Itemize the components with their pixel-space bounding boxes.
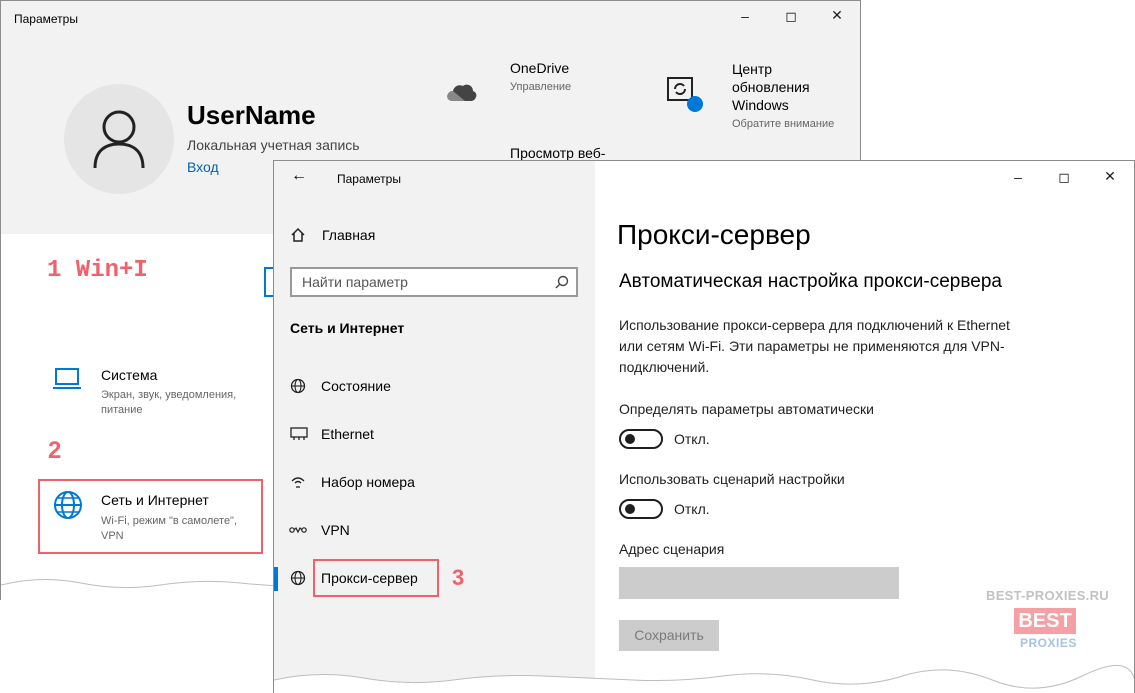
script-address-label: Адрес сценария <box>619 541 725 557</box>
save-button[interactable]: Сохранить <box>619 620 719 651</box>
maximize-button[interactable]: ◻ <box>768 8 814 25</box>
nav-home[interactable]: Главная <box>322 227 375 243</box>
update-subtitle: Обратите внимание <box>732 118 835 130</box>
category-network-title: Сеть и Интернет <box>101 492 209 508</box>
category-network-desc-line1: Wi-Fi, режим "в самолете", <box>101 515 238 527</box>
search-input[interactable]: Найти параметр <box>290 267 578 297</box>
window-title: Параметры <box>14 12 78 26</box>
section-title: Сеть и Интернет <box>290 320 405 336</box>
nav-item-label: Набор номера <box>321 474 415 490</box>
nav-item-status[interactable]: Состояние <box>274 371 595 403</box>
use-script-label: Использовать сценарий настройки <box>619 471 845 487</box>
windows-update-icon <box>667 77 703 112</box>
nav-item-label: Ethernet <box>321 426 374 442</box>
category-network-desc: Wi-Fi, режим "в самолете", VPN <box>101 514 237 544</box>
nav-item-label: VPN <box>321 522 350 538</box>
category-system-desc-line2: питание <box>101 404 143 416</box>
category-system-desc: Экран, звук, уведомления, питание <box>101 388 236 418</box>
onedrive-cloud-icon <box>447 84 477 101</box>
minimize-button[interactable]: – <box>995 169 1041 185</box>
script-address-input[interactable] <box>619 567 899 599</box>
update-title[interactable]: Центр обновления Windows <box>732 60 810 114</box>
category-system-desc-line1: Экран, звук, уведомления, <box>101 389 237 401</box>
category-system-title[interactable]: Система <box>101 367 157 383</box>
ethernet-icon <box>290 427 308 440</box>
auto-description-line2: или сетям Wi-Fi. Эти параметры не примен… <box>619 338 1005 354</box>
avatar <box>64 84 174 194</box>
minimize-button[interactable]: – <box>722 8 768 24</box>
auto-section-title: Автоматическая настройка прокси-сервера <box>619 271 1002 292</box>
nav-item-proxy[interactable]: Прокси-сервер 3 <box>274 559 595 597</box>
close-button[interactable]: ✕ <box>814 7 860 24</box>
selected-indicator <box>274 567 278 591</box>
step2-annotation: 2 <box>48 437 62 464</box>
update-title-line2: обновления <box>732 79 810 95</box>
onedrive-subtitle: Управление <box>510 81 572 93</box>
user-name: UserName <box>187 100 316 130</box>
watermark-url: BEST-PROXIES.RU <box>986 588 1109 603</box>
signin-link[interactable]: Вход <box>187 159 219 175</box>
home-icon <box>291 227 305 242</box>
search-icon <box>555 275 569 289</box>
nav-item-label: Состояние <box>321 378 391 394</box>
step1-annotation: 1 Win+I <box>47 257 148 284</box>
nav-item-vpn[interactable]: VPN <box>274 515 595 547</box>
window-title: Параметры <box>337 172 401 186</box>
back-arrow-icon[interactable]: ← <box>291 167 307 185</box>
onedrive-title[interactable]: OneDrive <box>510 60 569 76</box>
vpn-icon <box>289 526 307 534</box>
auto-description-line1: Использование прокси-сервера для подключ… <box>619 317 1010 333</box>
auto-detect-state: Откл. <box>674 431 710 447</box>
category-network-desc-line2: VPN <box>101 530 124 542</box>
use-script-toggle[interactable] <box>619 499 663 519</box>
search-placeholder: Найти параметр <box>302 274 408 290</box>
globe-status-icon <box>290 378 306 394</box>
update-title-line1: Центр <box>732 61 773 77</box>
settings-window-front: ← Параметры – ◻ ✕ Главная Найти параметр… <box>273 160 1135 693</box>
user-icon <box>93 110 145 169</box>
dialup-icon <box>291 477 305 488</box>
page-title: Прокси-сервер <box>617 219 811 250</box>
maximize-button[interactable]: ◻ <box>1041 169 1087 186</box>
auto-description-line3: подключений. <box>619 359 710 375</box>
globe-icon <box>54 491 82 519</box>
nav-item-dialup[interactable]: Набор номера <box>274 467 595 499</box>
globe-icon <box>290 570 306 586</box>
close-button[interactable]: ✕ <box>1087 168 1133 185</box>
torn-edge <box>274 665 1134 693</box>
nav-item-ethernet[interactable]: Ethernet <box>274 419 595 451</box>
auto-detect-label: Определять параметры автоматически <box>619 401 874 417</box>
auto-detect-toggle[interactable] <box>619 429 663 449</box>
update-title-line3: Windows <box>732 97 789 113</box>
watermark-brand-bottom: PROXIES <box>1020 636 1077 650</box>
use-script-state: Откл. <box>674 501 710 517</box>
step3-annotation: 3 <box>452 565 465 590</box>
nav-item-label: Прокси-сервер <box>321 570 418 586</box>
laptop-icon <box>53 368 81 389</box>
account-type: Локальная учетная запись <box>187 137 360 153</box>
browse-title[interactable]: Просмотр веб- <box>510 145 605 161</box>
auto-description: Использование прокси-сервера для подключ… <box>619 315 1010 378</box>
watermark-brand-top: BEST <box>1014 608 1076 634</box>
